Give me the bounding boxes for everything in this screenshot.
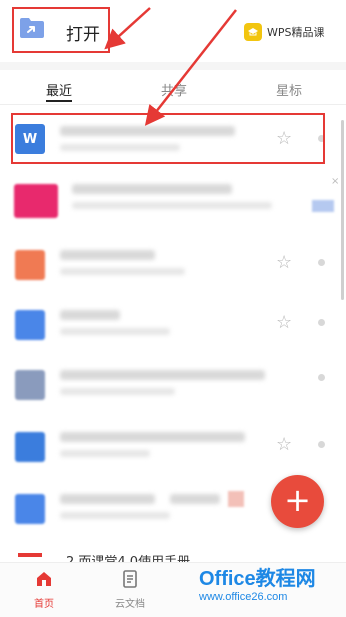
word-doc-icon [15, 432, 45, 462]
list-item[interactable]: ☆ [0, 418, 346, 480]
doc-icon [15, 370, 45, 400]
star-icon[interactable]: ☆ [276, 252, 292, 273]
graduation-cap-icon [244, 23, 262, 41]
blurred-meta [60, 388, 175, 395]
blurred-meta [60, 268, 185, 275]
blurred-meta [72, 202, 272, 209]
star-icon[interactable]: ☆ [276, 312, 292, 333]
active-tab-indicator [46, 100, 72, 102]
scrollbar[interactable] [341, 120, 344, 300]
header-divider [0, 62, 346, 70]
list-item[interactable] [0, 356, 346, 418]
more-dot-icon[interactable] [318, 259, 325, 266]
tab-starred[interactable]: 星标 [276, 80, 302, 99]
blurred-title [60, 370, 265, 380]
nav-home-label: 首页 [34, 599, 54, 610]
blurred-meta [60, 512, 170, 519]
list-item[interactable]: ☆ [0, 294, 346, 356]
folder-icon [19, 17, 45, 39]
blurred-meta [60, 450, 150, 457]
list-item[interactable]: ☆ [0, 232, 346, 294]
peek-row-icon [18, 553, 42, 557]
open-label[interactable]: 打开 [66, 20, 100, 45]
app-icon [14, 184, 58, 218]
doc-icon [15, 494, 45, 524]
highlight-box [11, 113, 325, 164]
blurred-title [60, 250, 155, 260]
more-dot-icon[interactable] [318, 441, 325, 448]
blurred-title [60, 432, 245, 442]
nav-cloud-docs[interactable]: 云文档 [100, 569, 160, 610]
wps-course-button[interactable]: WPS精品课 [244, 21, 325, 43]
add-fab-button[interactable]: + [271, 475, 324, 528]
close-icon[interactable]: × [331, 176, 339, 187]
nav-cloud-docs-label: 云文档 [115, 599, 145, 610]
ppt-doc-icon [15, 250, 45, 280]
tabs-divider [0, 104, 346, 105]
watermark-url: www.office26.com [199, 591, 288, 603]
blurred-meta [60, 328, 170, 335]
tab-recent[interactable]: 最近 [46, 80, 72, 99]
blurred-title [60, 494, 155, 504]
nav-home[interactable]: 首页 [14, 569, 74, 610]
home-icon [37, 572, 51, 586]
blurred-title-part [170, 494, 220, 504]
ad-badge [312, 200, 334, 212]
more-dot-icon[interactable] [318, 319, 325, 326]
list-item[interactable]: × [0, 170, 346, 232]
blurred-title [60, 310, 120, 320]
star-icon[interactable]: ☆ [276, 434, 292, 455]
watermark-logo: Office教程网 www.office26.com [199, 562, 316, 603]
watermark-title: Office教程网 [199, 568, 316, 590]
tab-shared[interactable]: 共享 [161, 80, 187, 99]
blurred-title [72, 184, 232, 194]
thumb-badge [228, 491, 244, 507]
wps-course-label: WPS精品课 [267, 26, 325, 39]
more-dot-icon[interactable] [318, 374, 325, 381]
document-icon [123, 570, 137, 588]
doc-icon [15, 310, 45, 340]
